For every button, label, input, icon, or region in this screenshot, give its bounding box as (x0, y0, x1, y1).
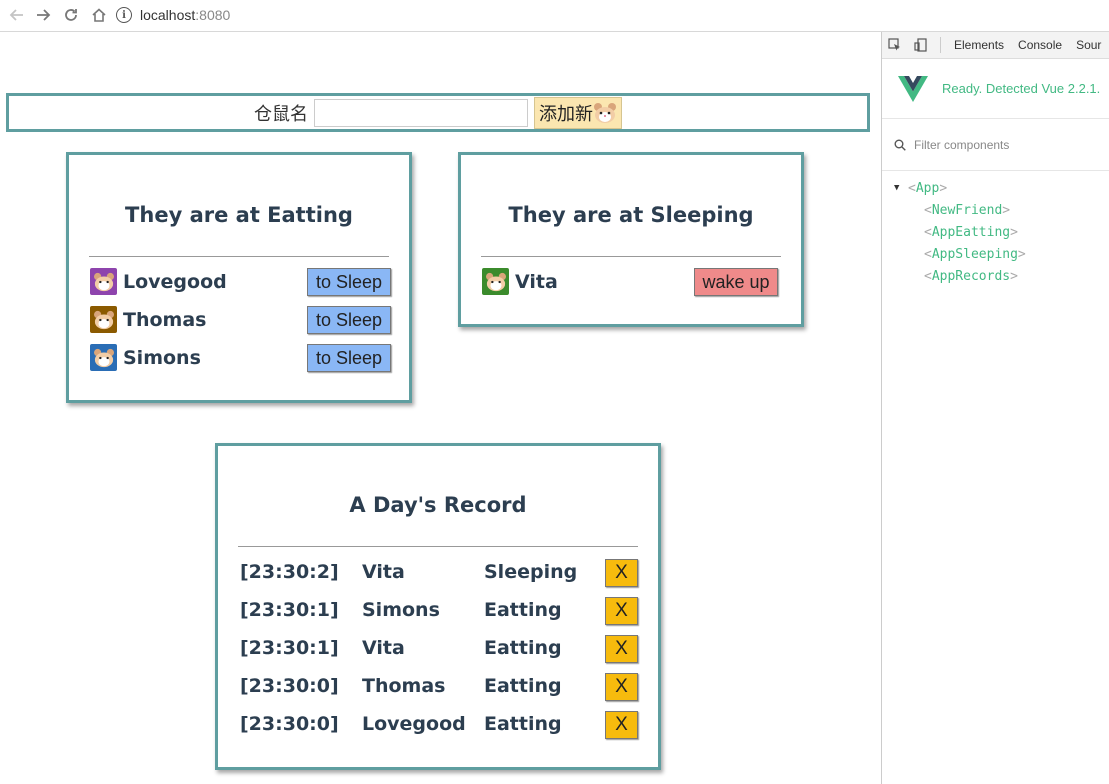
toolbar-separator (940, 37, 941, 53)
record-name: Vita (362, 637, 405, 659)
remove-record-button[interactable]: X (605, 635, 638, 663)
devtools-panel: Elements Console Sour Ready. Detected Vu… (881, 32, 1109, 784)
new-friend-form: 仓鼠名 添加新 (6, 93, 870, 132)
tag-open-bracket: < (924, 268, 932, 284)
record-state: Eatting (484, 637, 562, 659)
divider (481, 256, 781, 257)
tree-node-newfriend[interactable]: < NewFriend > (882, 199, 1109, 221)
divider (238, 546, 638, 547)
tag-close-bracket: > (1010, 268, 1018, 284)
tag-close-bracket: > (1010, 224, 1018, 240)
remove-record-button[interactable]: X (605, 711, 638, 739)
page-content: 仓鼠名 添加新 They are at Eatting Lovegood to … (0, 32, 881, 784)
eating-list-item: Simons (90, 344, 201, 371)
tag-close-bracket: > (1017, 246, 1026, 262)
records-panel: A Day's Record [23:30:2] Vita Sleeping X… (215, 443, 661, 770)
record-name: Simons (362, 599, 440, 621)
filter-components-field[interactable]: Filter components (882, 119, 1109, 171)
eating-panel-title: They are at Eatting (125, 203, 353, 227)
home-icon[interactable] (86, 2, 112, 28)
remove-record-button[interactable]: X (605, 559, 638, 587)
tree-node-apprecords[interactable]: < AppRecords > (882, 265, 1109, 287)
eating-list-item: Lovegood (90, 268, 227, 295)
record-name: Lovegood (362, 713, 466, 735)
reload-icon[interactable] (58, 2, 84, 28)
hamster-avatar-icon (482, 268, 509, 295)
tag-close-bracket: > (1002, 202, 1011, 218)
component-tree: ▼ < App > < NewFriend > < AppEatting > < AppSle… (882, 171, 1109, 287)
to-sleep-button[interactable]: to Sleep (307, 344, 391, 372)
vue-logo-icon (898, 75, 928, 102)
record-time: [23:30:0] (240, 713, 339, 735)
record-state: Eatting (484, 599, 562, 621)
url-port: :8080 (195, 7, 231, 23)
vue-devtools-header: Ready. Detected Vue 2.2.1. (882, 59, 1109, 119)
tab-console[interactable]: Console (1018, 38, 1062, 52)
record-state: Eatting (484, 675, 562, 697)
search-icon (894, 139, 906, 151)
divider (89, 256, 389, 257)
back-arrow-icon[interactable] (4, 2, 30, 28)
tree-node-label: AppRecords (931, 268, 1011, 284)
record-state: Sleeping (484, 561, 578, 583)
tree-node-label: NewFriend (931, 202, 1003, 218)
tag-open-bracket: < (908, 180, 916, 196)
vue-status-text: Ready. Detected Vue 2.2.1. (942, 81, 1101, 96)
tab-sources[interactable]: Sour (1076, 38, 1101, 52)
eating-list-item: Thomas (90, 306, 206, 333)
device-toggle-icon[interactable] (908, 32, 934, 58)
hamster-avatar-icon (90, 306, 117, 333)
to-sleep-button[interactable]: to Sleep (307, 306, 391, 334)
remove-record-button[interactable]: X (605, 597, 638, 625)
sleeping-list-item: Vita (482, 268, 558, 295)
wake-up-button[interactable]: wake up (694, 268, 778, 296)
add-new-button[interactable]: 添加新 (534, 96, 622, 129)
records-panel-title: A Day's Record (349, 493, 527, 517)
caret-down-icon[interactable]: ▼ (894, 183, 904, 193)
hamster-avatar-icon (90, 344, 117, 371)
sleeping-panel-title: They are at Sleeping (508, 203, 754, 227)
hamster-name-input[interactable] (314, 98, 528, 127)
remove-record-button[interactable]: X (605, 673, 638, 701)
hamster-name-label: 仓鼠名 (254, 103, 308, 124)
url-host: localhost (140, 7, 196, 23)
browser-toolbar: i localhost:8080 (0, 0, 1109, 32)
tag-open-bracket: < (924, 224, 932, 240)
address-bar[interactable]: i localhost:8080 (116, 4, 881, 26)
record-state: Eatting (484, 713, 562, 735)
to-sleep-button[interactable]: to Sleep (307, 268, 391, 296)
hamster-name: Vita (515, 270, 558, 293)
filter-placeholder: Filter components (914, 137, 1010, 152)
add-new-label: 添加新 (539, 103, 593, 124)
tree-node-app[interactable]: ▼ < App > (882, 177, 1109, 199)
record-time: [23:30:0] (240, 675, 339, 697)
tree-node-label: AppEatting (931, 224, 1011, 240)
devtools-toolbar: Elements Console Sour (882, 32, 1109, 59)
tag-open-bracket: < (924, 246, 932, 262)
tag-open-bracket: < (924, 202, 932, 218)
forward-arrow-icon[interactable] (30, 2, 56, 28)
record-name: Vita (362, 561, 405, 583)
eating-panel: They are at Eatting Lovegood to Sleep Th… (66, 152, 412, 403)
record-name: Thomas (362, 675, 446, 697)
hamster-name: Simons (123, 346, 201, 369)
inspect-cursor-icon[interactable] (882, 32, 908, 58)
tree-node-label: AppSleeping (931, 246, 1018, 262)
record-time: [23:30:1] (240, 599, 339, 621)
record-time: [23:30:1] (240, 637, 339, 659)
hamster-face-icon (594, 102, 616, 123)
tree-node-appeatting[interactable]: < AppEatting > (882, 221, 1109, 243)
tree-node-label: App (915, 180, 940, 196)
hamster-name: Lovegood (123, 270, 227, 293)
hamster-avatar-icon (90, 268, 117, 295)
tree-node-appsleeping[interactable]: < AppSleeping > (882, 243, 1109, 265)
tag-close-bracket: > (939, 180, 948, 196)
tab-elements[interactable]: Elements (954, 38, 1004, 52)
record-time: [23:30:2] (240, 561, 339, 583)
sleeping-panel: They are at Sleeping Vita wake up (458, 152, 804, 327)
hamster-name: Thomas (123, 308, 207, 331)
info-icon[interactable]: i (116, 7, 132, 23)
